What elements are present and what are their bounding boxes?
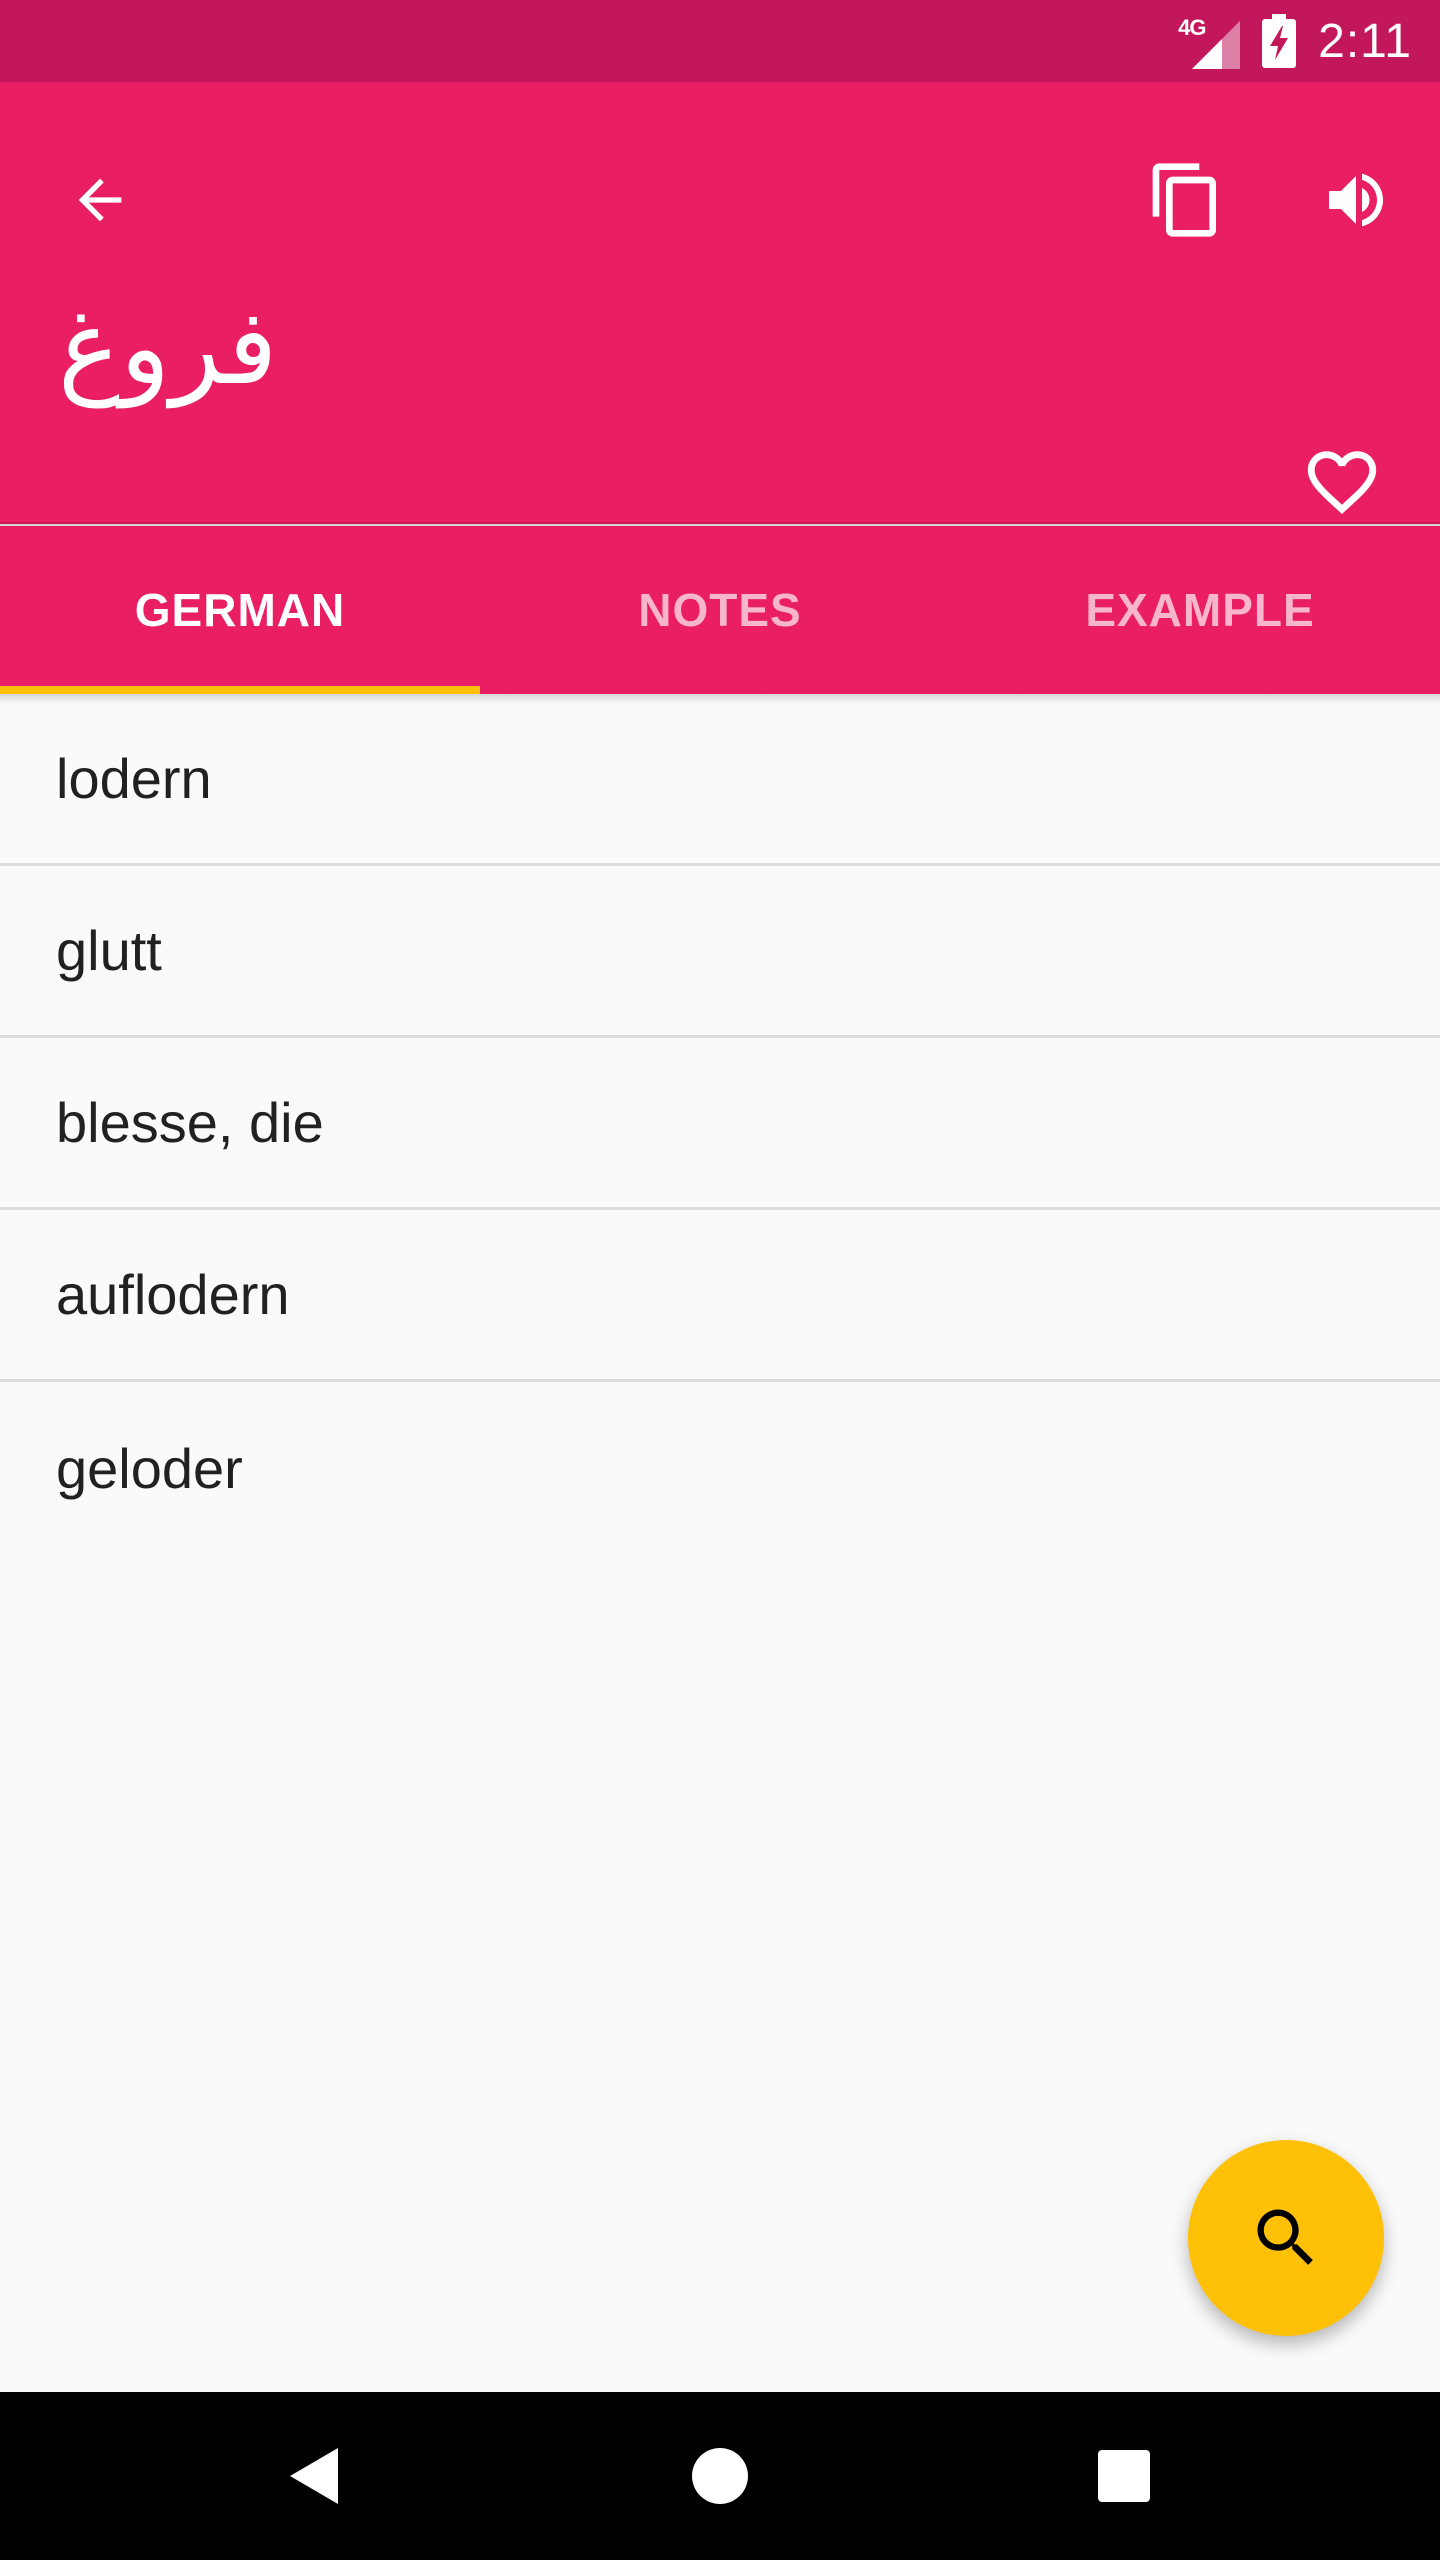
nav-back-button[interactable]	[256, 2416, 376, 2536]
back-button[interactable]	[40, 140, 160, 260]
copy-button[interactable]	[1126, 140, 1246, 260]
search-icon	[1257, 2209, 1313, 2265]
speak-button[interactable]	[1296, 140, 1416, 260]
favorite-button[interactable]	[1282, 422, 1402, 542]
back-triangle-icon	[290, 2448, 338, 2504]
nav-home-button[interactable]	[660, 2416, 780, 2536]
nav-recents-button[interactable]	[1064, 2416, 1184, 2536]
list-item[interactable]: auflodern	[0, 1210, 1440, 1382]
tab-bar: GERMAN NOTES EXAMPLE	[0, 526, 1440, 694]
list-item[interactable]: geloder	[0, 1382, 1440, 1554]
list-item[interactable]: blesse, die	[0, 1038, 1440, 1210]
tab-notes[interactable]: NOTES	[480, 526, 960, 694]
translation-list: lodern glutt blesse, die auflodern gelod…	[0, 694, 1440, 1554]
tab-indicator	[0, 686, 480, 694]
network-indicator: 4G	[1178, 13, 1241, 69]
battery-charging-icon	[1262, 14, 1297, 68]
app-bar: فروغ	[0, 82, 1440, 526]
home-circle-icon	[692, 2448, 748, 2504]
list-item[interactable]: lodern	[0, 694, 1440, 866]
list-item[interactable]: glutt	[0, 866, 1440, 1038]
tab-bar-shadow	[0, 694, 1440, 704]
copy-icon	[1152, 163, 1216, 237]
heart-outline-icon	[1307, 451, 1377, 514]
system-nav-bar	[0, 2392, 1440, 2560]
volume-up-icon	[1329, 173, 1383, 227]
status-bar: 4G 2:11	[0, 0, 1440, 82]
status-icons: 4G 2:11	[1178, 0, 1412, 82]
tab-example[interactable]: EXAMPLE	[960, 526, 1440, 694]
arrow-back-icon	[78, 178, 122, 222]
word-title: فروغ	[58, 286, 278, 408]
status-clock: 2:11	[1318, 14, 1412, 68]
screen: 4G 2:11 فروغ GERMAN NOTES EXAMPLE lodern…	[0, 0, 1440, 2560]
signal-icon	[1192, 21, 1241, 69]
search-fab[interactable]	[1188, 2140, 1384, 2336]
tab-german[interactable]: GERMAN	[0, 526, 480, 694]
recents-square-icon	[1098, 2450, 1150, 2502]
